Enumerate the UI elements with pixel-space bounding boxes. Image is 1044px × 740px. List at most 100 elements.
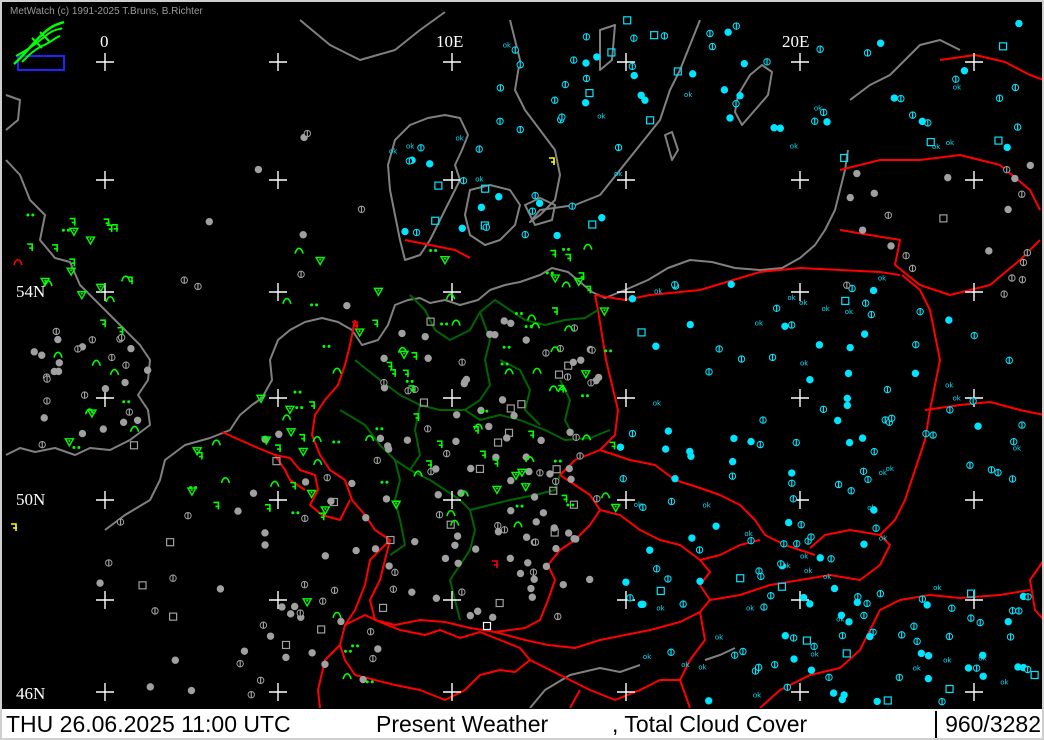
station-cloud-cover[interactable] <box>924 652 933 660</box>
station-cloud-cover[interactable] <box>398 329 406 338</box>
station-cloud-cover[interactable] <box>384 445 393 453</box>
station-cloud-cover[interactable] <box>459 177 468 185</box>
station-cloud-cover[interactable]: ok <box>800 360 809 368</box>
station-cloud-cover[interactable] <box>1023 249 1032 257</box>
station-cloud-cover[interactable]: ok <box>681 661 690 669</box>
station-cloud-cover[interactable] <box>847 487 855 495</box>
station-cloud-cover[interactable] <box>408 588 416 596</box>
station-cloud-cover[interactable] <box>55 359 63 367</box>
station-cloud-cover[interactable] <box>628 429 637 438</box>
station-cloud-cover[interactable]: ok <box>643 653 652 661</box>
station-cloud-cover[interactable] <box>705 368 713 376</box>
station-cloud-cover[interactable] <box>1000 290 1008 298</box>
station-cloud-cover[interactable] <box>535 199 544 207</box>
station-cloud-cover[interactable] <box>890 94 899 102</box>
station-cloud-cover[interactable] <box>249 489 258 497</box>
station-cloud-cover[interactable] <box>321 552 330 560</box>
station-cloud-cover[interactable] <box>1008 475 1017 483</box>
station-cloud-cover[interactable]: ok <box>1013 445 1022 453</box>
station-cloud-cover[interactable] <box>614 143 623 152</box>
station-cloud-cover[interactable] <box>530 493 539 501</box>
station-cloud-cover[interactable] <box>566 428 574 437</box>
station-cloud-cover[interactable] <box>536 469 544 477</box>
station-cloud-cover[interactable]: ok <box>653 399 662 407</box>
station-cloud-cover[interactable] <box>790 655 798 663</box>
station-cloud-cover[interactable] <box>686 320 694 329</box>
station-cloud-cover[interactable] <box>704 697 713 705</box>
station-cloud-cover[interactable] <box>883 385 892 394</box>
station-cloud-cover[interactable] <box>767 592 775 600</box>
station-cloud-cover[interactable] <box>266 632 275 640</box>
station-cloud-cover[interactable] <box>866 632 874 641</box>
station-cloud-cover[interactable]: ok <box>475 176 484 184</box>
station-cloud-cover[interactable] <box>861 299 870 307</box>
station-cloud-cover[interactable] <box>739 647 747 656</box>
station-cloud-cover[interactable] <box>844 369 853 378</box>
station-cloud-cover[interactable] <box>736 92 744 100</box>
station-cloud-cover[interactable]: ok <box>978 654 987 662</box>
station-cloud-cover[interactable] <box>565 464 573 473</box>
station-cloud-cover[interactable] <box>452 437 460 446</box>
station-cloud-cover[interactable]: ok <box>715 633 724 641</box>
station-cloud-cover[interactable] <box>876 590 885 598</box>
station-cloud-cover[interactable] <box>819 108 828 117</box>
station-cloud-cover[interactable] <box>234 507 242 515</box>
station-cloud-cover[interactable] <box>715 345 723 353</box>
station-cloud-cover[interactable] <box>240 647 249 655</box>
station-cloud-cover[interactable] <box>531 191 539 200</box>
station-cloud-cover[interactable] <box>970 331 978 340</box>
station-cloud-cover[interactable]: ok <box>879 534 888 542</box>
station-cloud-cover[interactable] <box>564 529 573 537</box>
station-cloud-cover[interactable] <box>898 631 906 639</box>
station-cloud-cover[interactable] <box>330 586 339 595</box>
station-cloud-cover[interactable] <box>495 193 503 201</box>
station-cloud-cover[interactable] <box>807 666 816 674</box>
station-cloud-cover[interactable] <box>570 56 578 64</box>
station-cloud-cover[interactable] <box>708 42 717 51</box>
station-cloud-cover[interactable] <box>864 475 872 484</box>
station-cloud-cover[interactable] <box>382 495 391 503</box>
station-cloud-cover[interactable] <box>303 129 312 138</box>
station-cloud-cover[interactable] <box>819 405 828 414</box>
station-cloud-cover[interactable] <box>720 86 729 94</box>
station-cloud-cover[interactable] <box>843 401 852 410</box>
station-cloud-cover[interactable] <box>1003 165 1011 174</box>
station-cloud-cover[interactable] <box>945 316 953 324</box>
station-cloud-cover[interactable] <box>551 96 559 104</box>
station-cloud-cover[interactable] <box>125 408 134 416</box>
station-cloud-cover[interactable] <box>985 247 993 255</box>
station-cloud-cover[interactable] <box>424 354 432 362</box>
station-cloud-cover[interactable] <box>966 461 974 469</box>
station-cloud-cover[interactable] <box>380 378 388 387</box>
station-cloud-cover[interactable] <box>724 28 732 36</box>
station-cloud-cover[interactable] <box>872 524 880 532</box>
station-cloud-cover[interactable] <box>558 113 566 121</box>
station-cloud-cover[interactable] <box>594 373 603 382</box>
station-cloud-cover[interactable]: ok <box>614 170 623 178</box>
station-cloud-cover[interactable] <box>858 434 867 442</box>
station-cloud-cover[interactable] <box>486 330 494 338</box>
station-cloud-cover[interactable] <box>524 559 532 567</box>
station-cloud-cover[interactable] <box>116 518 125 526</box>
station-cloud-cover[interactable] <box>660 32 669 40</box>
station-cloud-cover[interactable] <box>870 506 878 514</box>
station-cloud-cover[interactable] <box>728 472 737 480</box>
station-cloud-cover[interactable] <box>96 579 104 587</box>
station-cloud-cover[interactable] <box>616 443 625 451</box>
station-cloud-cover[interactable] <box>296 609 304 617</box>
station-cloud-cover[interactable] <box>825 673 833 682</box>
station-cloud-cover[interactable] <box>507 476 515 485</box>
station-cloud-cover[interactable] <box>432 594 441 602</box>
station-cloud-cover[interactable] <box>471 545 480 553</box>
station-cloud-cover[interactable] <box>500 317 508 325</box>
station-cloud-cover[interactable] <box>546 470 554 478</box>
station-cloud-cover[interactable] <box>194 282 202 291</box>
station-cloud-cover[interactable] <box>458 224 466 232</box>
station-cloud-cover[interactable]: ok <box>945 382 954 390</box>
station-cloud-cover[interactable] <box>451 541 459 549</box>
station-cloud-cover[interactable] <box>870 189 878 198</box>
station-cloud-cover[interactable] <box>143 366 152 374</box>
station-cloud-cover[interactable]: ok <box>800 553 809 561</box>
station-cloud-cover[interactable] <box>777 560 785 568</box>
station-cloud-cover[interactable] <box>876 39 885 47</box>
